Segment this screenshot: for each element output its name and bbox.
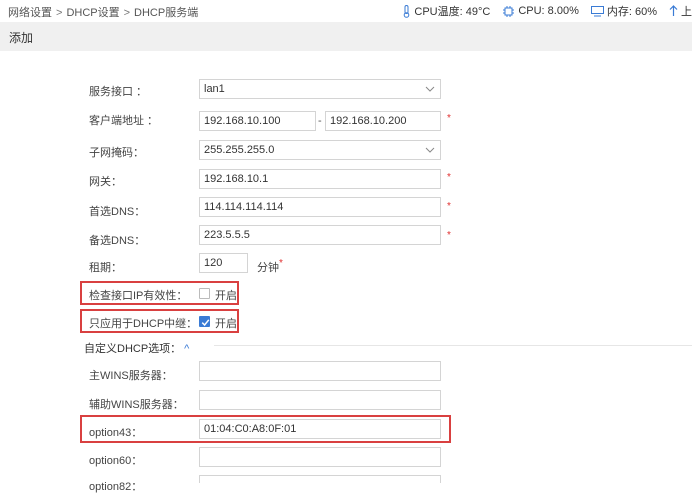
option60-label: option60： xyxy=(89,455,143,467)
client-address-end-input[interactable]: 192.168.10.200 xyxy=(325,111,441,131)
relay-only-label: 只应用于DHCP中继： xyxy=(89,318,198,330)
check-ip-option-label[interactable]: 开启 xyxy=(215,287,237,303)
required-mark: * xyxy=(447,172,451,183)
status-area: CPU温度: 49°C CPU: 8.00% 内存: 60% 上 xyxy=(402,3,692,19)
required-mark: * xyxy=(447,230,451,241)
primary-dns-label: 首选DNS： xyxy=(89,206,146,218)
memory-status: 内存: 60% xyxy=(590,3,657,19)
gateway-input[interactable]: 192.168.10.1 xyxy=(199,169,441,189)
option-next-label: option82： xyxy=(89,481,143,493)
chevron-up-icon: ^ xyxy=(184,343,190,355)
upload-text: 上 xyxy=(681,6,692,18)
thermometer-icon xyxy=(404,4,410,18)
primary-wins-input[interactable] xyxy=(199,361,441,381)
subnet-mask-value: 255.255.255.0 xyxy=(204,144,275,156)
primary-wins-label: 主WINS服务器： xyxy=(89,370,173,382)
secondary-wins-label: 辅助WINS服务器： xyxy=(89,399,184,411)
lease-label: 租期： xyxy=(89,262,122,274)
relay-only-option-label[interactable]: 开启 xyxy=(215,315,237,331)
option60-input[interactable] xyxy=(199,447,441,467)
cpu-chip-icon xyxy=(503,5,515,17)
required-mark: * xyxy=(447,113,451,124)
secondary-dns-input[interactable]: 223.5.5.5 xyxy=(199,225,441,245)
breadcrumb-separator: > xyxy=(56,7,63,19)
section-divider xyxy=(214,345,692,346)
interface-value: lan1 xyxy=(204,83,225,95)
cpu-status: CPU: 8.00% xyxy=(502,5,579,18)
top-bar: 网络设置 > DHCP设置 > DHCP服务端 CPU温度: 49°C CPU: 8.0… xyxy=(0,0,692,23)
cpu-temp-text: CPU温度: 49°C xyxy=(414,6,491,18)
chevron-down-icon xyxy=(425,147,435,153)
gateway-label: 网关： xyxy=(89,176,122,188)
cpu-text: CPU: 8.00% xyxy=(518,5,579,17)
relay-only-checkbox[interactable] xyxy=(199,316,210,327)
lease-unit: 分钟 xyxy=(257,262,279,274)
option-next-input[interactable] xyxy=(199,475,441,483)
arrow-up-icon xyxy=(669,5,678,16)
primary-dns-input[interactable]: 114.114.114.114 xyxy=(199,197,441,217)
breadcrumb-separator: > xyxy=(123,7,131,19)
client-address-label: 客户端地址 ： xyxy=(89,115,159,127)
breadcrumb-dhcp-server: DHCP服务端 xyxy=(134,7,199,19)
lease-input[interactable]: 120 xyxy=(199,253,248,273)
memory-text: 内存: 60% xyxy=(606,6,657,18)
option43-input[interactable]: 01:04:C0:A8:0F:01 xyxy=(199,419,441,439)
interface-label: 服务接口 ： xyxy=(89,86,148,98)
check-ip-checkbox[interactable] xyxy=(199,288,210,299)
chevron-down-icon xyxy=(425,86,435,92)
client-address-start-input[interactable]: 192.168.10.100 xyxy=(199,111,316,131)
secondary-dns-label: 备选DNS： xyxy=(89,235,146,247)
custom-dhcp-section-title: 自定义DHCP选项： xyxy=(84,343,182,355)
range-separator: - xyxy=(318,115,322,127)
custom-dhcp-toggle[interactable]: 自定义DHCP选项： ^ xyxy=(84,340,189,356)
upload-status: 上 xyxy=(669,3,692,19)
breadcrumb-network-settings[interactable]: 网络设置 xyxy=(8,7,52,19)
page-title: 添加 xyxy=(9,31,34,45)
option43-label: option43： xyxy=(89,427,143,439)
cpu-temp-status: CPU温度: 49°C xyxy=(402,3,490,19)
check-ip-label: 检查接口IP有效性： xyxy=(89,290,188,302)
required-mark: * xyxy=(279,258,283,269)
breadcrumb-dhcp-settings[interactable]: DHCP设置 xyxy=(66,7,119,19)
monitor-icon xyxy=(590,5,604,16)
subnet-mask-select[interactable]: 255.255.255.0 xyxy=(199,140,441,160)
interface-select[interactable]: lan1 xyxy=(199,79,441,99)
required-mark: * xyxy=(447,201,451,212)
page-title-bar: 添加 xyxy=(0,22,692,51)
checkmark-icon xyxy=(201,319,210,327)
breadcrumb: 网络设置 > DHCP设置 > DHCP服务端 xyxy=(8,4,198,20)
subnet-mask-label: 子网掩码： xyxy=(89,147,144,159)
secondary-wins-input[interactable] xyxy=(199,390,441,410)
